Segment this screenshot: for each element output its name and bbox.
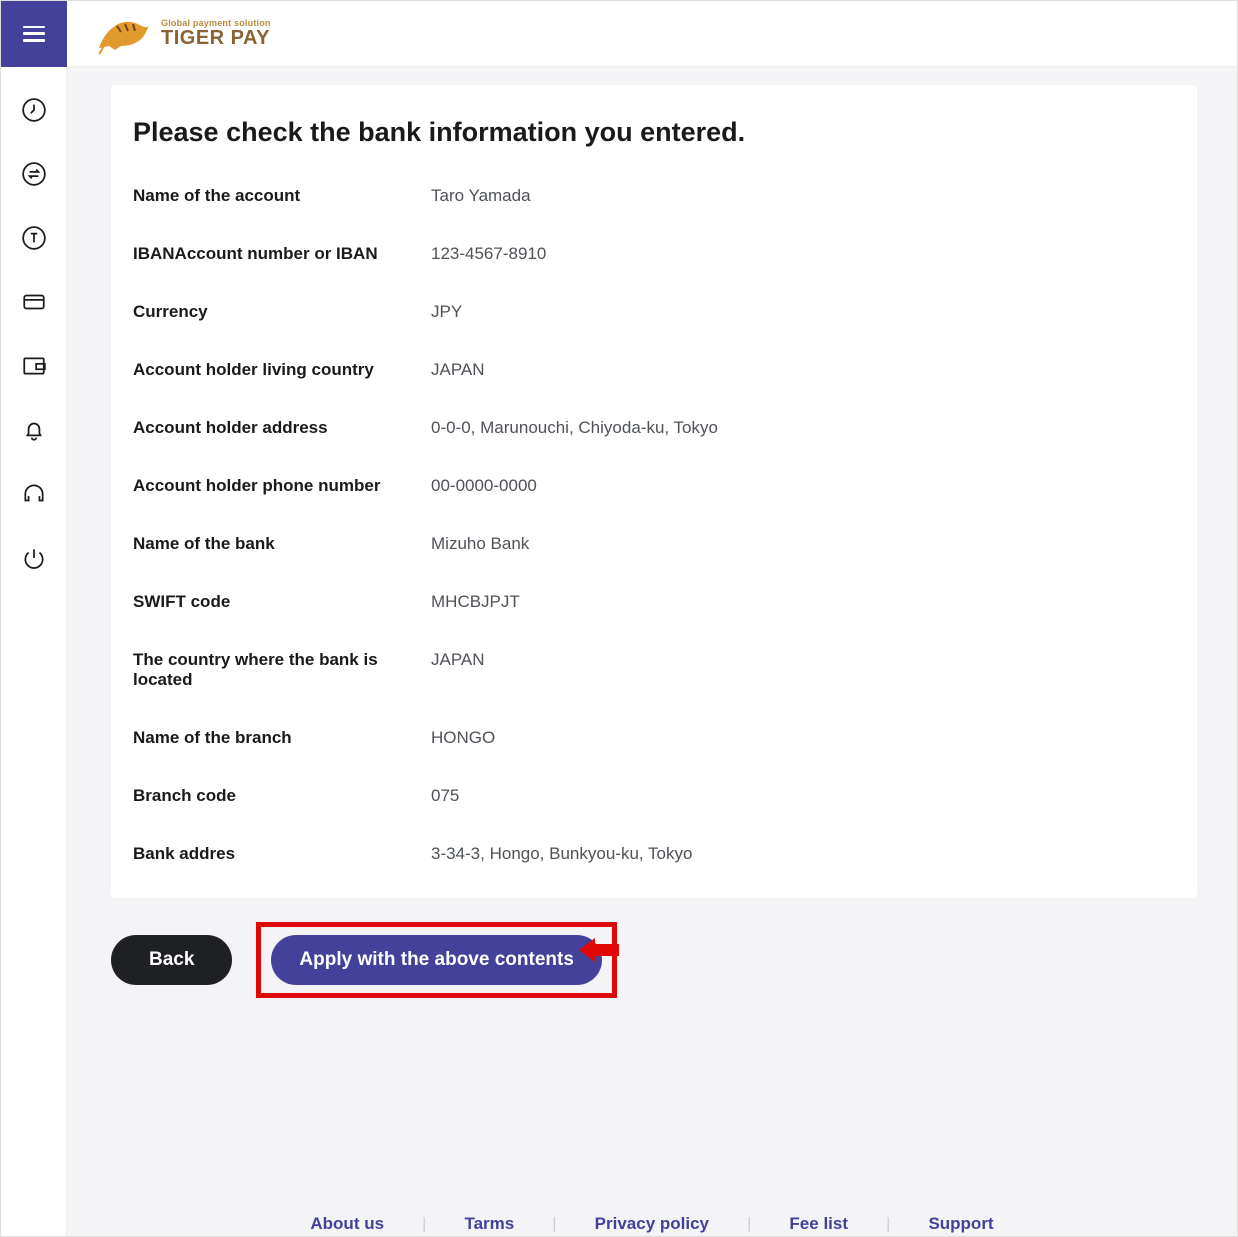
- field-holder-country: Account holder living country JAPAN: [133, 360, 1175, 380]
- brand-logo[interactable]: Global payment solution TIGER PAY: [95, 12, 271, 56]
- field-label: Branch code: [133, 786, 431, 806]
- field-account-name: Name of the account Taro Yamada: [133, 186, 1175, 206]
- field-value: 123-4567-8910: [431, 244, 546, 264]
- field-label: The country where the bank is located: [133, 650, 431, 690]
- field-branch-code: Branch code 075: [133, 786, 1175, 806]
- field-label: Bank addres: [133, 844, 431, 864]
- tiger-icon: [95, 12, 155, 56]
- highlight-annotation: Apply with the above contents: [256, 922, 616, 998]
- action-bar: Back Apply with the above contents: [111, 922, 1197, 998]
- field-value: HONGO: [431, 728, 495, 748]
- field-currency: Currency JPY: [133, 302, 1175, 322]
- page-title: Please check the bank information you en…: [133, 117, 1175, 148]
- field-label: Name of the account: [133, 186, 431, 206]
- field-bank-country: The country where the bank is located JA…: [133, 650, 1175, 690]
- footer-fees-link[interactable]: Fee list: [765, 1214, 872, 1234]
- field-value: JAPAN: [431, 360, 485, 380]
- field-swift: SWIFT code MHCBJPJT: [133, 592, 1175, 612]
- field-label: Name of the branch: [133, 728, 431, 748]
- brand-name: TIGER PAY: [161, 28, 271, 48]
- hamburger-icon: [23, 26, 45, 42]
- field-value: 0-0-0, Marunouchi, Chiyoda-ku, Tokyo: [431, 418, 718, 438]
- nav-card-icon[interactable]: [21, 289, 47, 315]
- apply-button[interactable]: Apply with the above contents: [271, 935, 601, 985]
- field-value: 00-0000-0000: [431, 476, 537, 496]
- footer-terms-link[interactable]: Tarms: [440, 1214, 538, 1234]
- footer-privacy-link[interactable]: Privacy policy: [571, 1214, 733, 1234]
- field-value: 3-34-3, Hongo, Bunkyou-ku, Tokyo: [431, 844, 692, 864]
- footer-links: About us| Tarms| Privacy policy| Fee lis…: [67, 1202, 1237, 1234]
- field-label: Account holder living country: [133, 360, 431, 380]
- field-label: Name of the bank: [133, 534, 431, 554]
- field-iban: IBANAccount number or IBAN 123-4567-8910: [133, 244, 1175, 264]
- field-bank-name: Name of the bank Mizuho Bank: [133, 534, 1175, 554]
- main-content: Please check the bank information you en…: [67, 67, 1237, 1236]
- sidebar: [1, 67, 67, 1236]
- field-label: IBANAccount number or IBAN: [133, 244, 431, 264]
- field-value: JAPAN: [431, 650, 485, 670]
- nav-power-icon[interactable]: [21, 545, 47, 571]
- field-branch-name: Name of the branch HONGO: [133, 728, 1175, 748]
- field-value: 075: [431, 786, 459, 806]
- arrow-left-icon: [579, 936, 621, 964]
- brand-text: Global payment solution TIGER PAY: [161, 19, 271, 48]
- field-label: Currency: [133, 302, 431, 322]
- header: Global payment solution TIGER PAY: [1, 1, 1237, 67]
- nav-notification-icon[interactable]: [21, 417, 47, 443]
- field-label: Account holder phone number: [133, 476, 431, 496]
- field-value: JPY: [431, 302, 462, 322]
- nav-history-icon[interactable]: [21, 97, 47, 123]
- field-holder-phone: Account holder phone number 00-0000-0000: [133, 476, 1175, 496]
- field-bank-address: Bank addres 3-34-3, Hongo, Bunkyou-ku, T…: [133, 844, 1175, 864]
- field-value: Mizuho Bank: [431, 534, 529, 554]
- menu-toggle-button[interactable]: [1, 1, 67, 67]
- field-value: Taro Yamada: [431, 186, 531, 206]
- field-label: Account holder address: [133, 418, 431, 438]
- nav-withdraw-icon[interactable]: [21, 225, 47, 251]
- nav-transfer-icon[interactable]: [21, 161, 47, 187]
- field-label: SWIFT code: [133, 592, 431, 612]
- field-value: MHCBJPJT: [431, 592, 520, 612]
- nav-support-icon[interactable]: [21, 481, 47, 507]
- back-button[interactable]: Back: [111, 935, 232, 985]
- footer-about-link[interactable]: About us: [286, 1214, 408, 1234]
- field-holder-address: Account holder address 0-0-0, Marunouchi…: [133, 418, 1175, 438]
- footer-support-link[interactable]: Support: [904, 1214, 1017, 1234]
- confirmation-card: Please check the bank information you en…: [111, 85, 1197, 898]
- nav-wallet-icon[interactable]: [21, 353, 47, 379]
